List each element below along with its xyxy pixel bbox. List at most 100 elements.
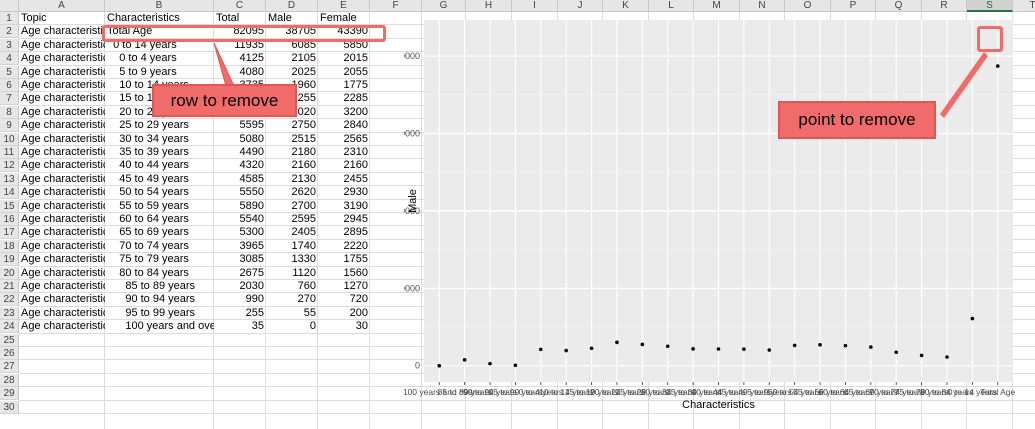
cell[interactable]: Age characteristics [19, 119, 105, 132]
cell[interactable]: 100 years and over [105, 320, 214, 333]
cell[interactable]: 40 to 44 years [105, 159, 214, 172]
cell[interactable]: 0 to 4 years [105, 52, 214, 65]
cell[interactable]: 2595 [266, 213, 318, 226]
cell[interactable]: 2180 [266, 146, 318, 159]
column-header-m[interactable]: M [694, 0, 740, 12]
cell[interactable]: 2840 [318, 119, 370, 132]
column-header-b[interactable]: B [105, 0, 214, 12]
cell[interactable]: 2055 [318, 66, 370, 79]
column-header-d[interactable]: D [266, 0, 318, 12]
cell[interactable]: Age characteristics [19, 173, 105, 186]
row-header-29[interactable]: 29 [0, 387, 19, 401]
cell[interactable]: Age characteristics [19, 106, 105, 119]
column-header-s[interactable]: S [967, 0, 1013, 12]
cell[interactable]: 2930 [318, 186, 370, 199]
cell[interactable]: Age characteristics [19, 200, 105, 213]
cell[interactable]: 2515 [266, 133, 318, 146]
cell[interactable]: Age characteristics [19, 320, 105, 333]
row-header-10[interactable]: 10 [0, 132, 19, 146]
column-header-e[interactable]: E [318, 0, 370, 12]
cell[interactable]: Age characteristics [19, 39, 105, 52]
row-header-13[interactable]: 13 [0, 172, 19, 186]
chart[interactable]: 010000200003000040000100 years and over8… [404, 14, 1035, 414]
cell[interactable]: Age characteristics [19, 280, 105, 293]
row-header-24[interactable]: 24 [0, 320, 19, 334]
cell[interactable]: 75 to 79 years [105, 253, 214, 266]
column-header-i[interactable]: I [512, 0, 558, 12]
cell[interactable]: Age characteristics [19, 92, 105, 105]
cell[interactable]: 0 [266, 320, 318, 333]
cell[interactable]: Age characteristics [19, 253, 105, 266]
column-header-r[interactable]: R [922, 0, 967, 12]
cell[interactable]: 70 to 74 years [105, 240, 214, 253]
column-header-o[interactable]: O [785, 0, 831, 12]
cell[interactable]: 2130 [266, 173, 318, 186]
cell[interactable]: Female [318, 12, 370, 25]
row-header-5[interactable]: 5 [0, 65, 19, 79]
column-header-t[interactable]: T [1013, 0, 1035, 12]
row-header-6[interactable]: 6 [0, 79, 19, 92]
column-header-l[interactable]: L [649, 0, 694, 12]
cell[interactable]: 2750 [266, 119, 318, 132]
row-header-7[interactable]: 7 [0, 92, 19, 106]
row-header-21[interactable]: 21 [0, 280, 19, 293]
cell[interactable]: 720 [318, 293, 370, 306]
cell[interactable]: Age characteristics [19, 146, 105, 159]
cell[interactable]: Age characteristics [19, 213, 105, 226]
cell[interactable]: 1330 [266, 253, 318, 266]
cell[interactable]: 25 to 29 years [105, 119, 214, 132]
row-header-2[interactable]: 2 [0, 25, 19, 39]
cell[interactable]: 3085 [214, 253, 266, 266]
cell[interactable]: 60 to 64 years [105, 213, 214, 226]
cell[interactable]: 4490 [214, 146, 266, 159]
row-header-28[interactable]: 28 [0, 373, 19, 387]
cell[interactable]: 35 to 39 years [105, 146, 214, 159]
row-header-15[interactable]: 15 [0, 199, 19, 213]
cell[interactable]: 5890 [214, 200, 266, 213]
cell[interactable]: 65 to 69 years [105, 226, 214, 239]
row-header-23[interactable]: 23 [0, 306, 19, 320]
cell[interactable]: Age characteristics [19, 25, 105, 38]
row-header-25[interactable]: 25 [0, 333, 19, 347]
cell[interactable]: 1560 [318, 267, 370, 280]
cell[interactable]: 3190 [318, 200, 370, 213]
cell[interactable]: 5 to 9 years [105, 66, 214, 79]
cell[interactable]: 255 [214, 307, 266, 320]
cell[interactable]: 2620 [266, 186, 318, 199]
cell[interactable]: 200 [318, 307, 370, 320]
column-header-c[interactable]: C [214, 0, 266, 12]
cell[interactable]: 85 to 89 years [105, 280, 214, 293]
cell[interactable]: Topic [19, 12, 105, 25]
cell[interactable]: 1755 [318, 253, 370, 266]
column-header-f[interactable]: F [370, 0, 422, 12]
row-header-9[interactable]: 9 [0, 119, 19, 133]
cell[interactable]: 3965 [214, 240, 266, 253]
cell[interactable]: 30 to 34 years [105, 133, 214, 146]
cell[interactable]: Age characteristics [19, 159, 105, 172]
cell[interactable]: 2310 [318, 146, 370, 159]
cell[interactable]: 95 to 99 years [105, 307, 214, 320]
row-header-18[interactable]: 18 [0, 239, 19, 253]
cell[interactable]: 2105 [266, 52, 318, 65]
cell[interactable]: Age characteristics [19, 307, 105, 320]
cell[interactable]: 55 to 59 years [105, 200, 214, 213]
cell[interactable]: Age characteristics [19, 52, 105, 65]
row-header-26[interactable]: 26 [0, 347, 19, 360]
row-header-11[interactable]: 11 [0, 146, 19, 159]
row-header-27[interactable]: 27 [0, 360, 19, 374]
column-header-j[interactable]: J [558, 0, 603, 12]
cell[interactable]: 760 [266, 280, 318, 293]
cell[interactable]: 2455 [318, 173, 370, 186]
cell[interactable]: 1740 [266, 240, 318, 253]
row-header-12[interactable]: 12 [0, 159, 19, 173]
row-header-20[interactable]: 20 [0, 266, 19, 280]
cell[interactable]: 2895 [318, 226, 370, 239]
cell[interactable]: Male [266, 12, 318, 25]
cell[interactable]: 4585 [214, 173, 266, 186]
cell[interactable]: 4125 [214, 52, 266, 65]
cell[interactable]: 2220 [318, 240, 370, 253]
cell[interactable]: 270 [266, 293, 318, 306]
column-header-g[interactable]: G [422, 0, 466, 12]
cell[interactable]: 2160 [266, 159, 318, 172]
column-header-h[interactable]: H [466, 0, 512, 12]
